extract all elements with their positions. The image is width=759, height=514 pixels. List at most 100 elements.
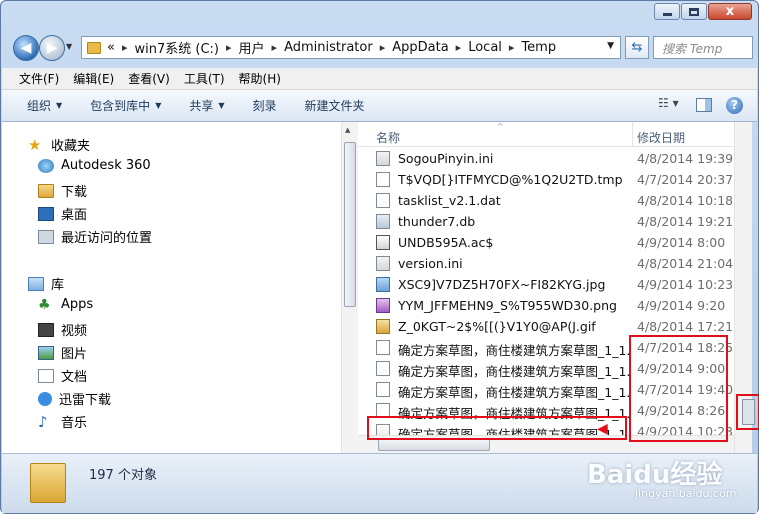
nav-downloads-label: 下载 xyxy=(61,185,88,200)
menu-bar: 文件(F) 编辑(E) 查看(V) 工具(T) 帮助(H) xyxy=(2,68,757,90)
file-date: 4/9/2014 8:00 xyxy=(637,235,726,250)
file-file-icon xyxy=(376,382,390,397)
column-name[interactable]: 名称 xyxy=(376,129,400,146)
nav-thunder-downloads[interactable]: 迅雷下载 xyxy=(38,389,111,408)
organize-label: 组织 xyxy=(27,99,52,113)
nav-libraries-label: 库 xyxy=(51,278,65,293)
minimize-button[interactable] xyxy=(654,3,680,20)
annotation-date-highlight xyxy=(629,335,728,442)
address-history-dropdown-icon[interactable]: ▼ xyxy=(607,41,614,51)
nav-scroll-thumb[interactable] xyxy=(344,142,356,307)
refresh-icon: ⇆ xyxy=(631,40,643,55)
breadcrumb-drive[interactable]: win7系统 (C:) xyxy=(135,38,220,57)
nav-videos-label: 视频 xyxy=(61,324,88,339)
column-modified[interactable]: 修改日期 xyxy=(637,129,685,146)
file-row[interactable]: tasklist_v2.1.dat 4/8/2014 10:18 xyxy=(358,190,734,211)
close-icon: x xyxy=(725,4,735,19)
thunder-icon xyxy=(38,391,52,406)
scroll-up-icon[interactable]: ▲ xyxy=(345,126,350,134)
nav-apps[interactable]: ♣ Apps xyxy=(38,297,93,312)
pictures-icon xyxy=(38,345,54,360)
breadcrumb-users[interactable]: 用户 xyxy=(239,38,265,57)
menu-view[interactable]: 查看(V) xyxy=(128,70,170,87)
folder-icon xyxy=(30,463,66,503)
nav-favorites-label: 收藏夹 xyxy=(51,139,91,154)
chevron-down-icon: ▼ xyxy=(218,101,225,110)
nav-desktop[interactable]: 桌面 xyxy=(38,204,87,223)
chevron-right-icon[interactable]: ▸ xyxy=(272,41,278,54)
share-button[interactable]: 共享 ▼ xyxy=(189,97,224,114)
annotation-file-highlight xyxy=(367,416,627,440)
view-options-icon[interactable]: ☷ ▾ xyxy=(658,96,682,114)
breadcrumb-local[interactable]: Local xyxy=(468,40,502,55)
breadcrumb-temp[interactable]: Temp xyxy=(521,40,556,55)
organize-button[interactable]: 组织 ▼ xyxy=(27,97,62,114)
command-bar: 组织 ▼ 包含到库中 ▼ 共享 ▼ 刻录 新建文件夹 ☷ ▾ ? xyxy=(2,90,757,122)
new-folder-button[interactable]: 新建文件夹 xyxy=(305,97,365,114)
preview-pane-icon[interactable] xyxy=(696,98,712,112)
menu-help[interactable]: 帮助(H) xyxy=(239,70,281,87)
file-date: 4/8/2014 19:21 xyxy=(637,214,734,229)
item-count: 197 个对象 xyxy=(89,468,157,483)
search-input[interactable]: 搜索 Temp xyxy=(653,36,753,59)
file-name: thunder7.db xyxy=(398,214,476,229)
address-bar[interactable]: « ▸ win7系统 (C:) ▸ 用户 ▸ Administrator ▸ AppDa… xyxy=(81,36,621,59)
nav-videos[interactable]: 视频 xyxy=(38,320,87,339)
nav-scrollbar[interactable]: ▲ xyxy=(341,122,358,453)
back-button[interactable]: ◀ xyxy=(13,35,39,61)
apps-icon: ♣ xyxy=(38,296,51,313)
close-button[interactable]: x xyxy=(708,3,752,20)
nav-autodesk-360[interactable]: Autodesk 360 xyxy=(38,158,151,173)
chevron-right-icon[interactable]: ▸ xyxy=(380,41,386,54)
folder-icon xyxy=(87,41,101,54)
file-file-icon xyxy=(376,193,390,208)
file-row[interactable]: T$VQD[}ITFMYCD@%1Q2U2TD.tmp 4/7/2014 20:3… xyxy=(358,169,734,190)
help-icon[interactable]: ? xyxy=(726,96,743,114)
column-header: ^ 名称 修改日期 xyxy=(358,122,734,147)
nav-recent-places[interactable]: 最近访问的位置 xyxy=(38,227,152,246)
file-row[interactable]: Z_0KGT~2$%[[(}V1Y0@AP(J.gif 4/8/2014 17:2… xyxy=(358,316,734,337)
nav-desktop-label: 桌面 xyxy=(61,208,88,223)
chevron-right-icon[interactable]: ▸ xyxy=(509,41,515,54)
nav-favorites[interactable]: ★ 收藏夹 xyxy=(28,135,90,154)
music-icon: ♪ xyxy=(38,412,48,431)
nav-pictures[interactable]: 图片 xyxy=(38,343,87,362)
file-row[interactable]: SogouPinyin.ini 4/8/2014 19:39 xyxy=(358,148,734,169)
desktop-icon xyxy=(38,206,54,221)
star-icon: ★ xyxy=(28,135,42,154)
chevron-right-icon[interactable]: ▸ xyxy=(456,41,462,54)
file-gif-icon xyxy=(376,319,390,334)
nav-downloads[interactable]: 下载 xyxy=(38,181,87,200)
file-name: version.ini xyxy=(398,256,463,271)
chevron-down-icon: ▼ xyxy=(56,101,63,110)
breadcrumb-overflow[interactable]: « xyxy=(107,40,115,55)
breadcrumb-appdata[interactable]: AppData xyxy=(392,40,448,55)
burn-button[interactable]: 刻录 xyxy=(253,97,277,114)
breadcrumb-administrator[interactable]: Administrator xyxy=(284,40,373,55)
nav-libraries[interactable]: 库 xyxy=(28,274,64,293)
chevron-right-icon[interactable]: ▸ xyxy=(122,41,128,54)
maximize-button[interactable] xyxy=(681,3,707,20)
include-in-library-button[interactable]: 包含到库中 ▼ xyxy=(90,97,161,114)
file-row[interactable]: XSC9]V7DZ5H70FX~FI82KYG.jpg 4/9/2014 10:2… xyxy=(358,274,734,295)
nav-documents[interactable]: 文档 xyxy=(38,366,87,385)
file-row[interactable]: version.ini 4/8/2014 21:04 xyxy=(358,253,734,274)
chevron-down-icon: ▼ xyxy=(155,101,162,110)
file-row[interactable]: YYM_JFFMEHN9_S%T955WD30.png 4/9/2014 9:20 xyxy=(358,295,734,316)
menu-edit[interactable]: 编辑(E) xyxy=(73,70,114,87)
refresh-button[interactable]: ⇆ xyxy=(625,36,649,59)
maximize-icon xyxy=(689,7,699,16)
autodesk-icon xyxy=(38,158,54,173)
menu-tools[interactable]: 工具(T) xyxy=(184,70,225,87)
column-divider[interactable] xyxy=(632,122,633,147)
breadcrumb: « ▸ win7系统 (C:) ▸ 用户 ▸ Administrator ▸ AppDa… xyxy=(107,38,556,57)
file-row[interactable]: thunder7.db 4/8/2014 19:21 xyxy=(358,211,734,232)
nav-music[interactable]: ♪ 音乐 xyxy=(38,412,87,431)
file-name: 确定方案草图，商住楼建筑方案草图_1_1... xyxy=(398,364,630,379)
file-name: T$VQD[}ITFMYCD@%1Q2U2TD.tmp xyxy=(398,172,623,187)
forward-button[interactable]: ▶ xyxy=(39,35,65,61)
menu-file[interactable]: 文件(F) xyxy=(19,70,59,87)
recent-pages-dropdown-icon[interactable]: ▼ xyxy=(66,42,72,51)
chevron-right-icon[interactable]: ▸ xyxy=(226,41,232,54)
file-row[interactable]: UNDB595A.ac$ 4/9/2014 8:00 xyxy=(358,232,734,253)
